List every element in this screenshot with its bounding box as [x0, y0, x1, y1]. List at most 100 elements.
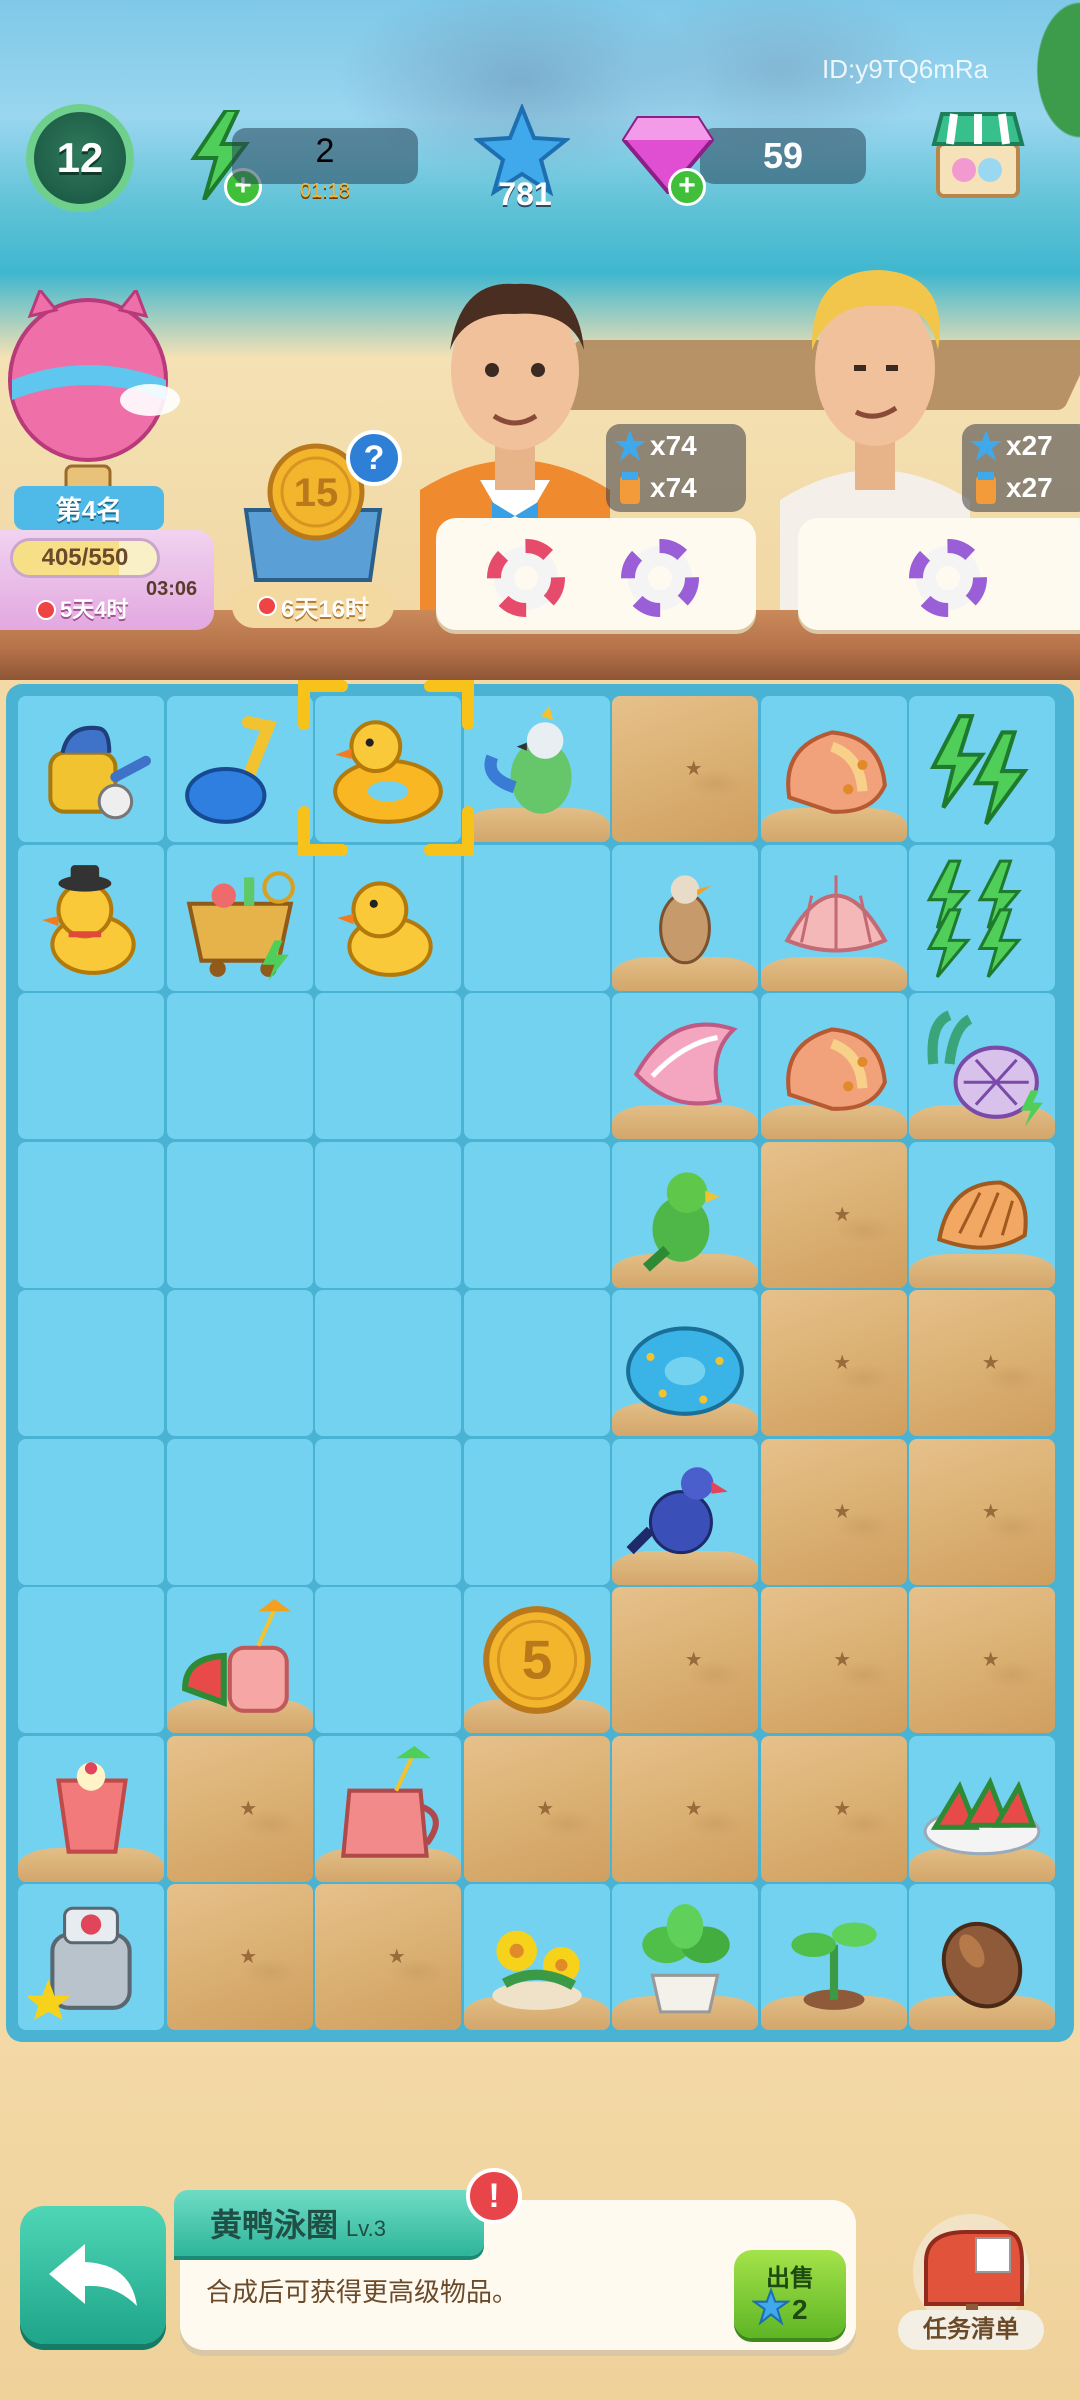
sand-cell[interactable]: ★ [612, 1735, 758, 1882]
board-cell[interactable] [18, 1884, 164, 2030]
sand-cell[interactable]: ★ [760, 1141, 907, 1288]
alert-icon[interactable]: ! [466, 2168, 522, 2224]
board-cell[interactable] [315, 993, 461, 1139]
small-shell-icon[interactable] [919, 1152, 1045, 1278]
board-cell[interactable] [166, 993, 313, 1139]
board-cell[interactable] [315, 1290, 461, 1436]
add-gems-button[interactable]: + [668, 168, 706, 206]
board-cell[interactable] [612, 1438, 758, 1585]
board-cell[interactable] [909, 1884, 1055, 2030]
board-cell[interactable] [315, 1141, 461, 1288]
board-cell[interactable] [315, 844, 461, 991]
board-cell[interactable] [463, 1141, 610, 1288]
board-cell[interactable] [760, 844, 907, 991]
juicer-icon[interactable] [28, 1894, 154, 2020]
donut-float-icon[interactable] [622, 1300, 748, 1426]
sand-cell[interactable]: ★ [760, 1290, 907, 1436]
board-cell[interactable] [909, 844, 1055, 991]
board-cell[interactable] [463, 993, 610, 1139]
sand-cell[interactable]: ★ [612, 696, 758, 842]
coin-5-icon[interactable]: 5 [474, 1597, 600, 1723]
sprout-icon[interactable] [771, 1894, 897, 2020]
board-cell[interactable] [315, 1735, 461, 1882]
sand-cell[interactable]: ★ [166, 1735, 313, 1882]
board-cell[interactable] [909, 993, 1055, 1139]
rubber-duck-hat-icon[interactable] [28, 855, 154, 981]
board-cell[interactable] [463, 1290, 610, 1436]
board-cell[interactable] [612, 844, 758, 991]
watermelon-plate-icon[interactable] [919, 1746, 1045, 1872]
board-cell[interactable] [760, 696, 907, 842]
board-cell[interactable] [166, 696, 313, 842]
beach-shovel-icon[interactable] [177, 706, 303, 832]
help-button[interactable]: ? [346, 430, 402, 486]
customer-2-order-card[interactable] [798, 518, 1080, 630]
board-cell[interactable] [18, 1290, 164, 1436]
energy-2-icon[interactable] [919, 706, 1045, 832]
task-list-label[interactable]: 任务清单 [898, 2310, 1044, 2350]
board-cell[interactable] [18, 844, 164, 991]
energy-4-icon[interactable] [919, 855, 1045, 981]
yellow-flowers-icon[interactable] [474, 1894, 600, 2020]
back-button[interactable] [20, 2206, 166, 2344]
sand-cell[interactable]: ★ [760, 1587, 907, 1733]
sell-button[interactable]: 出售 2 [734, 2250, 846, 2338]
board-cell[interactable] [463, 696, 610, 842]
board-cell[interactable] [18, 1587, 164, 1733]
sand-cell[interactable]: ★ [760, 1735, 907, 1882]
board-cell[interactable] [612, 993, 758, 1139]
board-cell[interactable] [166, 1438, 313, 1585]
board-cell[interactable] [315, 1438, 461, 1585]
board-cell[interactable] [166, 844, 313, 991]
board-cell[interactable] [315, 1587, 461, 1733]
sand-cell[interactable]: ★ [909, 1587, 1055, 1733]
board-cell[interactable] [18, 1438, 164, 1585]
scallop-shell-icon[interactable] [771, 855, 897, 981]
board-cell[interactable] [463, 1438, 610, 1585]
board-cell[interactable] [463, 1884, 610, 2030]
watermelon-juice-icon[interactable] [177, 1597, 303, 1723]
smoothie-glass-icon[interactable] [28, 1746, 154, 1872]
board-cell[interactable] [166, 1141, 313, 1288]
board-cell[interactable]: 5 [463, 1587, 610, 1733]
juice-pitcher-icon[interactable] [325, 1745, 451, 1872]
sand-cell[interactable]: ★ [909, 1290, 1055, 1436]
seagull-icon[interactable] [622, 855, 748, 981]
seed-icon[interactable] [919, 1894, 1045, 2020]
potted-plant-icon[interactable] [622, 1894, 748, 2020]
blue-bird-icon[interactable] [622, 1449, 748, 1575]
green-parrot-icon[interactable] [622, 1152, 748, 1278]
sand-cell[interactable]: ★ [166, 1884, 313, 2030]
customer-1-order-card[interactable] [436, 518, 756, 630]
board-cell[interactable] [909, 1141, 1055, 1288]
watering-can-icon[interactable] [28, 706, 154, 832]
sand-cell[interactable]: ★ [760, 1438, 907, 1585]
board-cell[interactable] [166, 1587, 313, 1733]
sand-cell[interactable]: ★ [909, 1438, 1055, 1585]
board-cell[interactable] [760, 1884, 907, 2030]
rubber-duck-icon[interactable] [325, 855, 451, 981]
level-badge[interactable]: 12 [26, 104, 134, 212]
sand-cell[interactable]: ★ [463, 1735, 610, 1882]
conch-shell-icon[interactable] [771, 706, 897, 832]
board-cell[interactable] [612, 1141, 758, 1288]
board-cell[interactable] [166, 1290, 313, 1436]
board-cell[interactable] [18, 1735, 164, 1882]
board-cell[interactable] [909, 696, 1055, 842]
parrot-icon[interactable] [474, 706, 600, 832]
board-cell[interactable] [612, 1290, 758, 1436]
board-cell[interactable] [612, 1884, 758, 2030]
sand-cell[interactable]: ★ [612, 1587, 758, 1733]
board-cell[interactable] [18, 1141, 164, 1288]
sand-cell[interactable]: ★ [315, 1884, 461, 2030]
board-cell[interactable] [760, 993, 907, 1139]
shop-icon[interactable] [928, 104, 1028, 204]
board-cell[interactable] [909, 1735, 1055, 1882]
picnic-cart-icon[interactable] [177, 855, 303, 981]
spiral-shell-icon[interactable] [622, 1003, 748, 1129]
board-cell[interactable] [18, 993, 164, 1139]
coral-shell-icon[interactable] [919, 1003, 1045, 1129]
conch-shell-icon[interactable] [771, 1003, 897, 1129]
board-cell[interactable] [463, 844, 610, 991]
board-cell[interactable] [18, 696, 164, 842]
